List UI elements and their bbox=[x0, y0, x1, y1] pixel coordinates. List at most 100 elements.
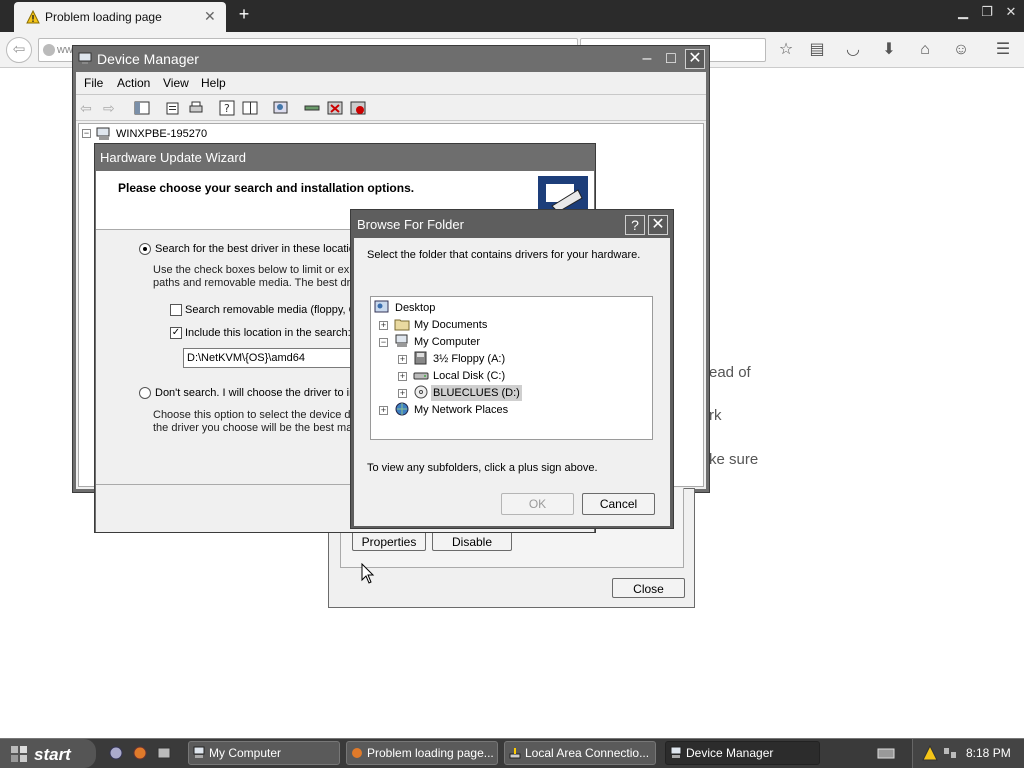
bookmark-star-icon[interactable]: ☆ bbox=[775, 40, 797, 62]
help-icon[interactable]: ? bbox=[219, 100, 235, 116]
expand-icon[interactable]: + bbox=[398, 389, 407, 398]
desktop-icon bbox=[374, 300, 389, 313]
computer-icon bbox=[193, 746, 205, 758]
task-label: Device Manager bbox=[686, 746, 774, 760]
menu-help[interactable]: Help bbox=[201, 76, 226, 90]
device-manager-icon bbox=[670, 746, 682, 758]
pocket-icon[interactable]: ◡ bbox=[842, 40, 864, 62]
properties-button[interactable]: Properties bbox=[352, 531, 426, 551]
computer-icon bbox=[96, 127, 110, 140]
removable-media-checkbox[interactable] bbox=[170, 304, 182, 316]
tree-item-desktop[interactable]: Desktop bbox=[395, 300, 435, 316]
tree-item-my-documents[interactable]: My Documents bbox=[414, 317, 487, 333]
wizard-heading: Please choose your search and installati… bbox=[118, 181, 415, 195]
start-label: start bbox=[34, 745, 71, 764]
network-connection-icon bbox=[509, 748, 521, 759]
expand-icon[interactable]: + bbox=[379, 321, 388, 330]
home-icon[interactable]: ⌂ bbox=[914, 40, 936, 62]
quicklaunch-ie-icon[interactable] bbox=[108, 745, 124, 761]
network-places-icon bbox=[395, 402, 409, 416]
expand-icon[interactable]: + bbox=[398, 372, 407, 381]
properties-icon[interactable] bbox=[165, 100, 181, 116]
computer-icon bbox=[395, 334, 408, 347]
close-window-icon[interactable]: ✕ bbox=[1001, 4, 1021, 24]
page-text-fragment: rk bbox=[709, 407, 722, 424]
browser-tab[interactable]: Problem loading page ✕ bbox=[14, 2, 226, 32]
help-icon[interactable]: ? bbox=[625, 215, 645, 235]
reading-list-icon[interactable]: ▤ bbox=[806, 40, 828, 62]
ok-button[interactable]: OK bbox=[501, 493, 574, 515]
dont-search-desc: the driver you choose will be the best m… bbox=[153, 422, 356, 434]
task-local-area-connection[interactable]: Local Area Connectio... bbox=[504, 741, 656, 765]
search-path-field[interactable]: D:\NetKVM\{OS}\amd64 bbox=[183, 348, 353, 368]
task-my-computer[interactable]: My Computer bbox=[188, 741, 340, 765]
menu-view[interactable]: View bbox=[163, 76, 189, 90]
back-arrow-icon[interactable]: ⇦ bbox=[6, 37, 32, 63]
close-icon[interactable]: ✕ bbox=[648, 215, 668, 235]
minimize-icon[interactable]: ▁ bbox=[953, 4, 973, 24]
keyboard-icon[interactable] bbox=[877, 745, 895, 761]
menu-file[interactable]: File bbox=[84, 76, 103, 90]
page-text-fragment: ead of bbox=[709, 364, 751, 381]
scan-hardware-icon[interactable] bbox=[273, 100, 289, 116]
task-device-manager[interactable]: Device Manager bbox=[665, 741, 820, 765]
windows-logo-icon bbox=[11, 746, 27, 762]
warning-icon bbox=[26, 10, 40, 24]
close-icon[interactable]: ✕ bbox=[685, 49, 705, 69]
view-pane-icon[interactable] bbox=[242, 100, 258, 116]
tree-item-network-places[interactable]: My Network Places bbox=[414, 402, 508, 418]
search-option-desc: paths and removable media. The best driv bbox=[153, 277, 359, 289]
update-driver-icon[interactable] bbox=[304, 100, 320, 116]
search-radio[interactable] bbox=[139, 243, 151, 255]
back-icon[interactable]: ⇦ bbox=[80, 100, 96, 116]
include-location-checkbox[interactable]: ✓ bbox=[170, 327, 182, 339]
uninstall-icon[interactable] bbox=[327, 100, 343, 116]
download-icon[interactable]: ⬇ bbox=[878, 40, 900, 62]
cancel-button[interactable]: Cancel bbox=[582, 493, 655, 515]
task-label: Local Area Connectio... bbox=[525, 746, 650, 760]
chat-icon[interactable]: ☺ bbox=[950, 40, 972, 62]
firefox-icon bbox=[352, 748, 362, 758]
browse-hint: To view any subfolders, click a plus sig… bbox=[367, 462, 598, 474]
tray-warning-icon[interactable] bbox=[922, 745, 938, 761]
tree-item-floppy[interactable]: 3½ Floppy (A:) bbox=[433, 351, 505, 367]
tree-item-blueclues-selected[interactable]: BLUECLUES (D:) bbox=[431, 385, 522, 401]
forward-icon[interactable]: ⇨ bbox=[103, 100, 119, 116]
folder-icon bbox=[394, 319, 410, 331]
quicklaunch-app-icon[interactable] bbox=[156, 745, 172, 761]
tree-item-local-disk[interactable]: Local Disk (C:) bbox=[433, 368, 505, 384]
include-location-label: Include this location in the search: bbox=[185, 327, 351, 339]
menu-action[interactable]: Action bbox=[117, 76, 150, 90]
console-tree-icon[interactable] bbox=[134, 100, 150, 116]
disable-device-icon[interactable] bbox=[350, 100, 366, 116]
cd-drive-icon bbox=[414, 385, 428, 399]
restore-icon[interactable]: ❐ bbox=[977, 4, 997, 24]
hard-disk-icon bbox=[413, 372, 429, 380]
disable-button[interactable]: Disable bbox=[432, 531, 512, 551]
device-manager-title: Device Manager bbox=[97, 51, 199, 67]
globe-icon bbox=[43, 44, 55, 56]
minimize-icon[interactable]: – bbox=[637, 49, 657, 69]
expand-icon[interactable]: + bbox=[398, 355, 407, 364]
expand-icon[interactable]: + bbox=[379, 406, 388, 415]
toolbar-divider bbox=[76, 120, 706, 121]
search-path-value: D:\NetKVM\{OS}\amd64 bbox=[187, 352, 305, 364]
task-firefox[interactable]: Problem loading page... bbox=[346, 741, 498, 765]
tray-network-icon[interactable] bbox=[942, 745, 958, 761]
removable-media-label: Search removable media (floppy, C bbox=[185, 304, 357, 316]
svg-text:?: ? bbox=[224, 102, 230, 115]
device-tree-root[interactable]: WINXPBE-195270 bbox=[116, 128, 207, 140]
close-tab-icon[interactable]: ✕ bbox=[204, 8, 216, 25]
collapse-icon[interactable]: − bbox=[82, 129, 91, 138]
dont-search-radio[interactable] bbox=[139, 387, 151, 399]
maximize-icon[interactable]: □ bbox=[661, 49, 681, 69]
close-button[interactable]: Close bbox=[612, 578, 685, 598]
print-icon[interactable] bbox=[188, 100, 204, 116]
quicklaunch-firefox-icon[interactable] bbox=[132, 745, 148, 761]
new-tab-icon[interactable]: + bbox=[234, 4, 254, 26]
clock: 8:18 PM bbox=[966, 746, 1011, 760]
menu-divider bbox=[76, 94, 706, 95]
tree-item-my-computer[interactable]: My Computer bbox=[414, 334, 480, 350]
menu-icon[interactable]: ☰ bbox=[992, 40, 1014, 62]
collapse-icon[interactable]: − bbox=[379, 338, 388, 347]
